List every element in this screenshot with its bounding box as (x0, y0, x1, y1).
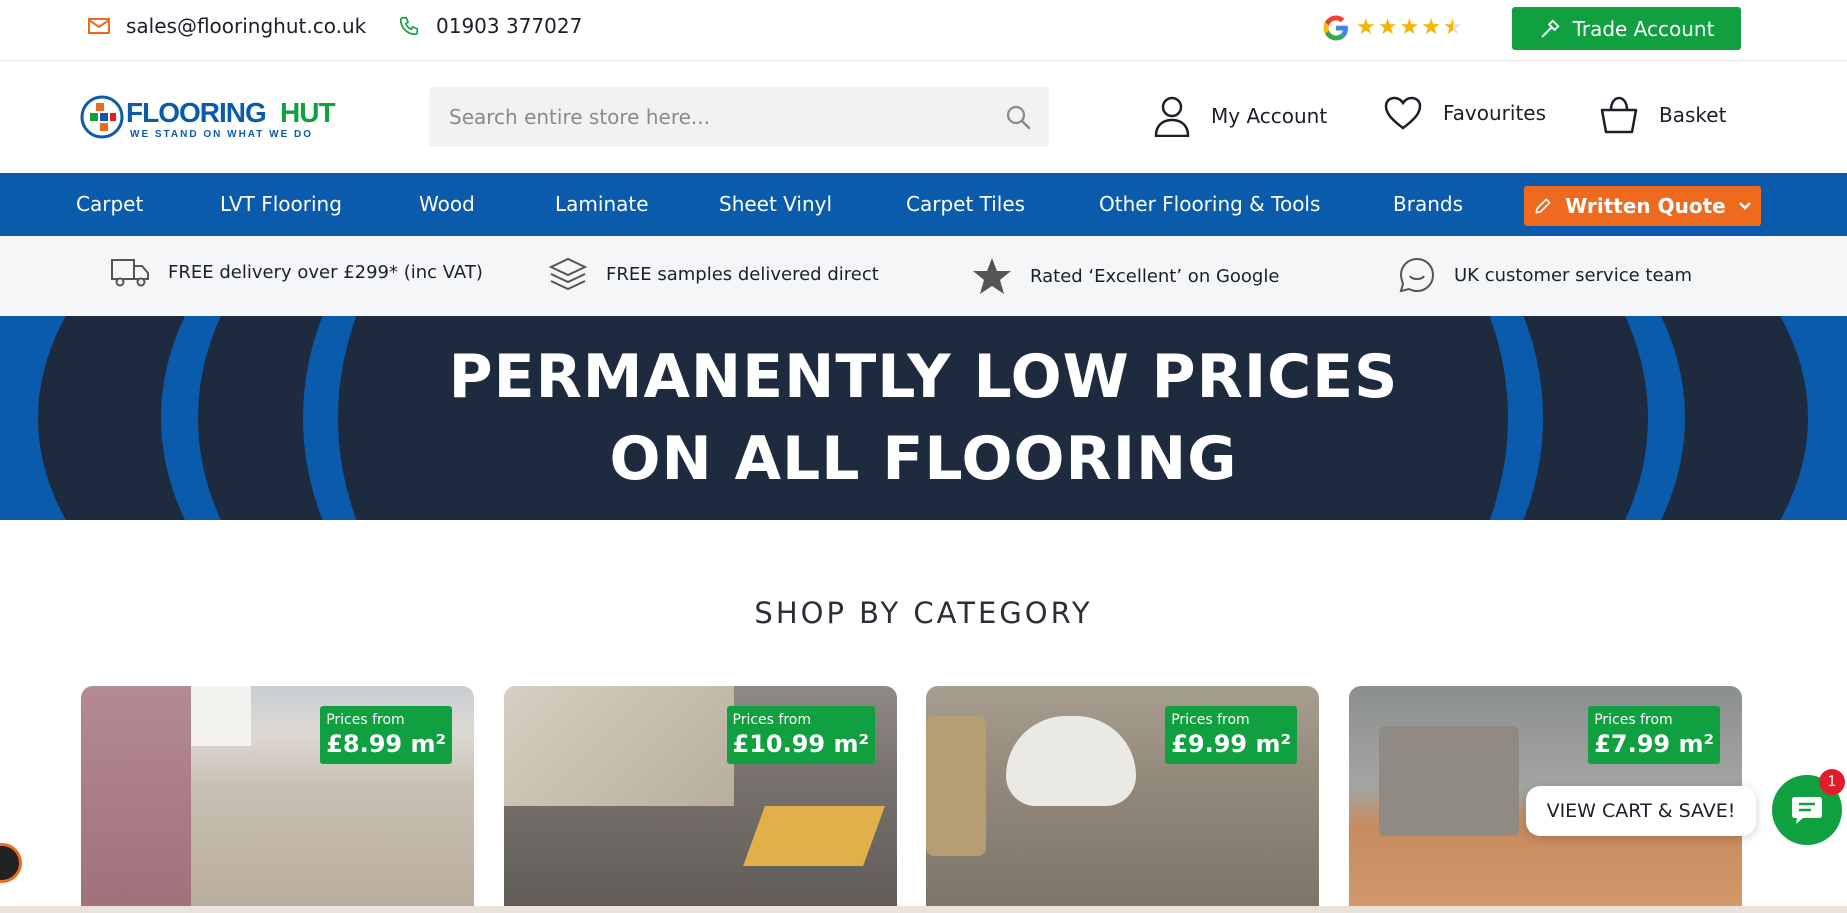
phone-text: 01903 377027 (436, 14, 583, 38)
price-label: Prices from (732, 712, 811, 728)
star-icon (973, 258, 1011, 294)
search-input[interactable] (449, 87, 989, 147)
hammer-icon (1541, 18, 1560, 37)
price-badge: Prices from £9.99 m² (1165, 706, 1297, 764)
site-logo[interactable]: FLOORING HUT WE STAND ON WHAT WE DO (80, 94, 350, 140)
basket-label: Basket (1659, 103, 1727, 127)
written-quote-label: Written Quote (1565, 194, 1726, 218)
banner-line-2: ON ALL FLOORING (609, 424, 1238, 494)
price-badge: Prices from £8.99 m² (320, 706, 452, 764)
search-bar (429, 87, 1049, 147)
nav-item-carpet-tiles[interactable]: Carpet Tiles (906, 173, 1025, 236)
usp-service: UK customer service team (1398, 256, 1692, 294)
star-icon: ★ (1356, 15, 1376, 40)
favourites-link[interactable]: Favourites (1383, 95, 1546, 131)
my-account-link[interactable]: My Account (1153, 95, 1327, 137)
nav-item-other-flooring-tools[interactable]: Other Flooring & Tools (1099, 173, 1320, 236)
google-icon (1323, 15, 1348, 41)
usp-samples: FREE samples delivered direct (548, 256, 879, 292)
banner-line-1: PERMANENTLY LOW PRICES (448, 342, 1399, 412)
price-label: Prices from (326, 712, 405, 728)
phone-icon (399, 16, 419, 36)
top-bar: sales@flooringhut.co.uk 01903 377027 ★ ★… (0, 0, 1847, 61)
card-image-armchair (1379, 726, 1519, 836)
basket-icon (1600, 96, 1638, 134)
card-image-chair (1006, 716, 1136, 806)
view-cart-button[interactable]: VIEW CART & SAVE! (1526, 786, 1756, 836)
category-card-lvt[interactable]: Prices from £10.99 m² (504, 686, 897, 913)
banner-headline: PERMANENTLY LOW PRICES ON ALL FLOORING (0, 336, 1847, 500)
price-value: £7.99 m² (1594, 730, 1714, 758)
card-image-wall (191, 686, 251, 746)
trade-account-label: Trade Account (1572, 16, 1715, 41)
view-cart-label: VIEW CART & SAVE! (1546, 800, 1736, 822)
star-icon: ★ (1399, 15, 1420, 40)
logo-tagline: WE STAND ON WHAT WE DO (130, 129, 313, 140)
nav-item-laminate[interactable]: Laminate (555, 173, 649, 236)
usp-service-text: UK customer service team (1454, 264, 1693, 286)
usp-rated-text: Rated ‘Excellent’ on Google (1030, 265, 1280, 287)
nav-item-lvt-flooring[interactable]: LVT Flooring (220, 173, 342, 236)
shop-by-category-title: SHOP BY CATEGORY (754, 596, 1093, 630)
email-link[interactable]: sales@flooringhut.co.uk (88, 14, 366, 38)
logo-text-hut: HUT (280, 97, 335, 128)
logo-text-flooring: FLOORING (126, 97, 266, 128)
favourites-label: Favourites (1443, 101, 1547, 125)
written-quote-button[interactable]: Written Quote (1524, 186, 1761, 226)
nav-item-sheet-vinyl[interactable]: Sheet Vinyl (719, 173, 832, 236)
basket-link[interactable]: Basket (1599, 95, 1726, 135)
star-icon: ★ (1377, 15, 1398, 40)
price-value: £9.99 m² (1171, 730, 1291, 758)
my-account-label: My Account (1211, 104, 1328, 128)
chat-notification-badge: 1 (1819, 769, 1845, 795)
nav-item-wood[interactable]: Wood (419, 173, 475, 236)
category-card-laminate[interactable]: Prices from £9.99 m² (926, 686, 1319, 913)
price-label: Prices from (1594, 712, 1673, 728)
google-rating[interactable]: ★ ★ ★ ★ ★ (1320, 12, 1463, 44)
mail-icon (88, 18, 110, 34)
price-badge: Prices from £10.99 m² (726, 706, 875, 764)
usp-bar: FREE delivery over £299* (inc VAT) FREE … (0, 236, 1847, 316)
chat-bubble-icon (1792, 797, 1822, 824)
card-image-basket (926, 716, 986, 856)
star-icon: ★ (1421, 15, 1441, 40)
price-value: £8.99 m² (326, 730, 446, 758)
samples-layers-icon (548, 257, 588, 291)
promo-banner[interactable]: PERMANENTLY LOW PRICES ON ALL FLOORING (0, 316, 1847, 520)
nav-item-carpet[interactable]: Carpet (76, 173, 143, 236)
half-star-icon: ★ (1442, 15, 1463, 40)
card-image-footstool (504, 686, 734, 806)
usp-delivery-text: FREE delivery over £299* (inc VAT) (168, 261, 483, 283)
card-image-tray (743, 806, 885, 866)
usp-rated: Rated ‘Excellent’ on Google (972, 256, 1279, 296)
logo-mark: FLOORING HUT WE STAND ON WHAT WE DO (80, 95, 336, 140)
delivery-truck-icon (111, 259, 149, 287)
bottom-strip (0, 906, 1847, 913)
rating-stars: ★ ★ ★ ★ ★ (1356, 17, 1463, 39)
usp-delivery: FREE delivery over £299* (inc VAT) (110, 256, 483, 288)
search-icon[interactable] (1005, 104, 1031, 130)
price-label: Prices from (1171, 712, 1250, 728)
chat-icon (1399, 257, 1435, 293)
category-card-carpet[interactable]: Prices from £8.99 m² (81, 686, 474, 913)
price-badge: Prices from £7.99 m² (1588, 706, 1720, 764)
chevron-down-icon (1738, 202, 1751, 210)
heart-icon (1384, 96, 1422, 130)
nav-item-brands[interactable]: Brands (1393, 173, 1463, 236)
trade-account-button[interactable]: Trade Account (1512, 7, 1741, 50)
card-image-bedspread (81, 686, 191, 913)
price-value: £10.99 m² (732, 730, 870, 758)
user-icon (1154, 96, 1190, 137)
email-text: sales@flooringhut.co.uk (126, 14, 367, 38)
accessibility-widget-icon[interactable] (0, 843, 22, 883)
usp-samples-text: FREE samples delivered direct (606, 263, 879, 285)
pencil-icon (1535, 198, 1551, 214)
phone-link[interactable]: 01903 377027 (398, 14, 582, 38)
